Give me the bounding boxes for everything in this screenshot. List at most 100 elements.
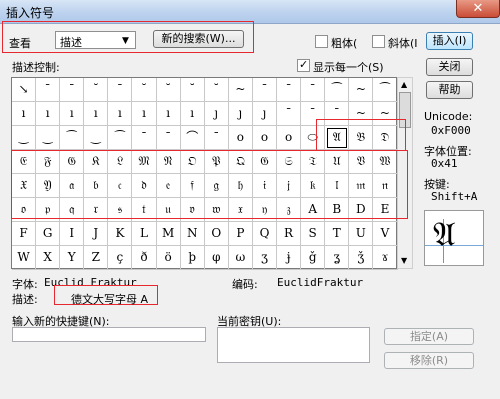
symbol-cell[interactable]: ȷ — [204, 102, 229, 126]
new-shortcut-input[interactable] — [12, 327, 206, 342]
symbol-cell[interactable]: o — [228, 126, 253, 150]
symbol-cell[interactable]: þ — [180, 246, 205, 270]
remove-button[interactable]: 移除(R) — [384, 352, 474, 369]
symbol-cell[interactable]: M — [156, 222, 181, 246]
symbol-cell[interactable]: ˘ — [84, 78, 109, 102]
symbol-cell[interactable]: Z — [84, 246, 109, 270]
show-each-label: 显示每一个(S) — [313, 61, 384, 74]
symbol-cell[interactable]: ı — [180, 102, 205, 126]
unicode-label: Unicode: — [424, 110, 473, 123]
symbol-cell[interactable]: ˉ — [252, 78, 278, 102]
font-position-value: 0x41 — [431, 157, 458, 170]
symbol-cell[interactable]: ⁀ — [108, 126, 133, 150]
symbol-cell[interactable]: ı — [36, 102, 61, 126]
symbol-cell[interactable]: W — [12, 246, 37, 270]
assign-button[interactable]: 指定(A) — [384, 328, 474, 345]
symbol-cell[interactable]: ˉ — [108, 78, 133, 102]
symbol-cell[interactable]: ǧ — [301, 246, 326, 270]
symbol-cell[interactable]: J — [84, 222, 109, 246]
view-select-value: 描述 — [60, 36, 82, 49]
scroll-down-icon[interactable]: ▼ — [401, 256, 407, 265]
new-search-button[interactable]: 新的搜索(W)... — [153, 30, 244, 48]
view-select[interactable]: 描述 ▼ — [55, 31, 136, 49]
close-window-button[interactable]: ✕ — [456, 0, 500, 18]
symbol-cell[interactable]: ω — [228, 246, 253, 270]
symbol-cell[interactable]: ˉ — [204, 126, 229, 150]
symbol-cell[interactable]: ˘ — [204, 78, 229, 102]
symbol-cell[interactable]: I — [60, 222, 85, 246]
symbol-cell[interactable]: ˘ — [132, 78, 157, 102]
bold-checkbox[interactable] — [315, 35, 328, 48]
symbol-cell[interactable]: F — [12, 222, 37, 246]
symbol-cell[interactable]: G — [36, 222, 61, 246]
insert-button[interactable]: 插入(I) — [426, 32, 473, 50]
symbol-cell[interactable]: ð — [132, 246, 157, 270]
symbol-cell[interactable]: ˉ — [277, 78, 302, 102]
symbol-cell[interactable]: ˉ — [132, 126, 157, 150]
symbol-cell[interactable]: ˘ — [180, 78, 205, 102]
symbol-cell[interactable]: ˉ — [301, 78, 326, 102]
symbol-cell[interactable]: o — [277, 126, 302, 150]
symbol-cell[interactable]: ç — [108, 246, 133, 270]
symbol-cell[interactable]: T — [325, 222, 350, 246]
symbol-cell[interactable]: ǯ — [349, 246, 374, 270]
symbol-cell[interactable]: ˉ — [277, 102, 302, 126]
symbol-cell[interactable]: ‿ — [12, 126, 37, 150]
symbol-cell[interactable]: L — [132, 222, 157, 246]
symbol-cell[interactable]: ˉ — [156, 126, 181, 150]
symbol-cell[interactable]: U — [349, 222, 374, 246]
preview-glyph: 𝔄 — [433, 215, 456, 255]
symbol-cell[interactable]: ȷ — [228, 102, 253, 126]
symbol-cell[interactable]: φ — [204, 246, 229, 270]
symbol-cell[interactable]: O — [204, 222, 229, 246]
symbol-cell[interactable]: K — [108, 222, 133, 246]
symbol-cell[interactable]: ↘ — [12, 78, 37, 102]
symbol-cell[interactable]: ı — [156, 102, 181, 126]
italic-checkbox[interactable] — [372, 35, 385, 48]
symbol-cell[interactable]: X — [36, 246, 61, 270]
symbol-cell[interactable]: ⌒ — [180, 126, 205, 150]
symbol-cell[interactable]: ˘ — [156, 78, 181, 102]
symbol-cell[interactable]: ȷ — [252, 102, 278, 126]
symbol-cell[interactable]: ö — [156, 246, 181, 270]
symbol-cell[interactable]: ı — [60, 102, 85, 126]
symbol-cell[interactable]: ɉ — [277, 246, 302, 270]
symbol-cell[interactable]: Y — [60, 246, 85, 270]
italic-label: 斜体(I — [388, 37, 418, 50]
symbol-cell[interactable]: Q — [252, 222, 278, 246]
symbol-cell[interactable]: ɤ — [373, 246, 398, 270]
bold-label: 粗体( — [331, 37, 358, 50]
symbol-cell[interactable]: ı — [84, 102, 109, 126]
symbol-cell[interactable]: ı — [108, 102, 133, 126]
help-button[interactable]: 帮助 — [426, 81, 473, 99]
symbol-cell[interactable]: ʒ — [252, 246, 278, 270]
fraktur-rows-highlight-box — [11, 150, 408, 219]
symbol-cell[interactable]: ˉ — [36, 78, 61, 102]
symbol-cell[interactable]: ⁀ — [60, 126, 85, 150]
grid-row: ↘ ˉ ˉ ˘ ˉ ˘ ˘ ˘ ˘ ~ ˉ ˉ ˉ ⁀ ~ ⁀ — [12, 78, 398, 102]
symbol-cell[interactable]: P — [228, 222, 253, 246]
show-each-checkbox[interactable]: ✓ — [297, 58, 310, 72]
symbol-cell[interactable]: S — [301, 222, 326, 246]
symbol-cell[interactable]: ‿ — [84, 126, 109, 150]
current-keys-list[interactable] — [217, 327, 370, 363]
encoding-value: EuclidFraktur — [277, 276, 364, 289]
symbol-cell[interactable]: ⁀ — [373, 78, 398, 102]
symbol-cell[interactable]: ı — [12, 102, 37, 126]
symbol-cell[interactable]: R — [277, 222, 302, 246]
symbol-cell[interactable]: ~ — [228, 78, 253, 102]
symbol-cell[interactable]: ı — [132, 102, 157, 126]
checkmark-icon: ✓ — [299, 58, 309, 71]
symbol-cell[interactable]: ‿ — [36, 126, 61, 150]
close-button[interactable]: 关闭 — [426, 58, 473, 76]
symbol-cell[interactable]: ⁀ — [325, 78, 350, 102]
symbol-cell[interactable]: ʓ — [325, 246, 350, 270]
symbol-cell[interactable]: V — [373, 222, 398, 246]
symbol-cell[interactable]: ~ — [349, 78, 374, 102]
encoding-label: 编码: — [232, 278, 258, 291]
scroll-up-icon[interactable]: ▲ — [401, 80, 407, 89]
symbol-cell[interactable]: ˉ — [60, 78, 85, 102]
symbol-cell[interactable]: o — [252, 126, 278, 150]
desc-control-label: 描述控制: — [12, 61, 60, 74]
symbol-cell[interactable]: N — [180, 222, 205, 246]
